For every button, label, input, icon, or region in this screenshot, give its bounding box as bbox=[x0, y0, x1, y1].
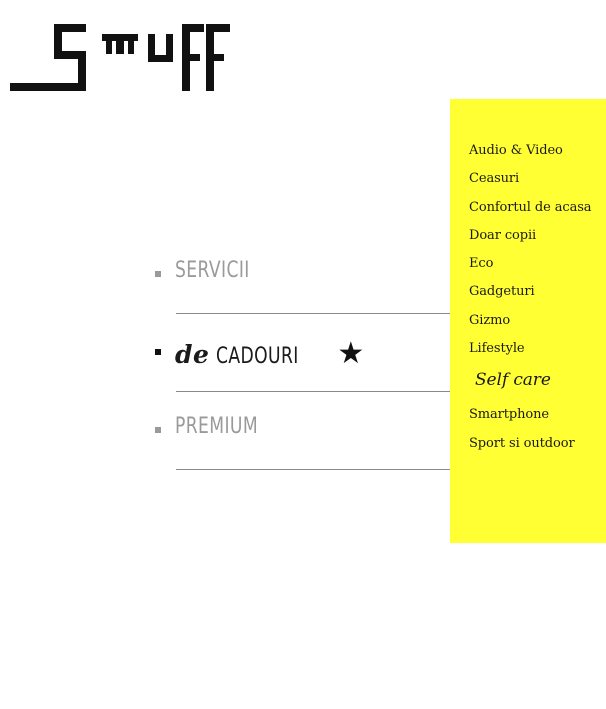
divider bbox=[176, 469, 452, 470]
bullet-icon bbox=[155, 427, 161, 433]
category-item-doar-copii[interactable]: Doar copii bbox=[469, 227, 591, 255]
category-item-confortul-de-acasa[interactable]: Confortul de acasa bbox=[469, 199, 592, 227]
bullet-icon bbox=[155, 349, 161, 355]
menu-item-text: CADOURI bbox=[216, 344, 300, 369]
menu-item-premium[interactable]: PREMIUM bbox=[152, 392, 452, 470]
menu-item-prefix: de bbox=[175, 340, 210, 369]
bullet-icon bbox=[155, 271, 161, 277]
category-list: Audio & Video Ceasuri Confortul de acasa… bbox=[469, 142, 592, 463]
category-item-audio-video[interactable]: Audio & Video bbox=[469, 142, 591, 170]
category-item-smartphone[interactable]: Smartphone bbox=[469, 406, 591, 434]
menu-item-label: SERVICII bbox=[175, 258, 250, 283]
star-icon: ★ bbox=[337, 336, 365, 371]
category-item-gizmo[interactable]: Gizmo bbox=[469, 312, 591, 340]
menu-item-cadouri[interactable]: de CADOURI ★ bbox=[152, 314, 452, 392]
category-item-sport-si-outdoor[interactable]: Sport si outdoor bbox=[469, 435, 591, 463]
menu-item-servicii[interactable]: SERVICII bbox=[152, 236, 452, 314]
category-item-self-care[interactable]: Self care bbox=[469, 368, 591, 406]
category-item-ceasuri[interactable]: Ceasuri bbox=[469, 170, 591, 198]
menu-item-label: de CADOURI ★ bbox=[175, 336, 365, 371]
main-menu: SERVICII de CADOURI ★ PREMIUM bbox=[152, 236, 452, 470]
category-dropdown: Audio & Video Ceasuri Confortul de acasa… bbox=[450, 99, 606, 543]
menu-item-label: PREMIUM bbox=[175, 414, 259, 439]
category-item-lifestyle[interactable]: Lifestyle bbox=[469, 340, 591, 368]
category-item-eco[interactable]: Eco bbox=[469, 255, 591, 283]
category-item-gadgeturi[interactable]: Gadgeturi bbox=[469, 283, 591, 311]
smuff-logo[interactable] bbox=[10, 24, 232, 94]
